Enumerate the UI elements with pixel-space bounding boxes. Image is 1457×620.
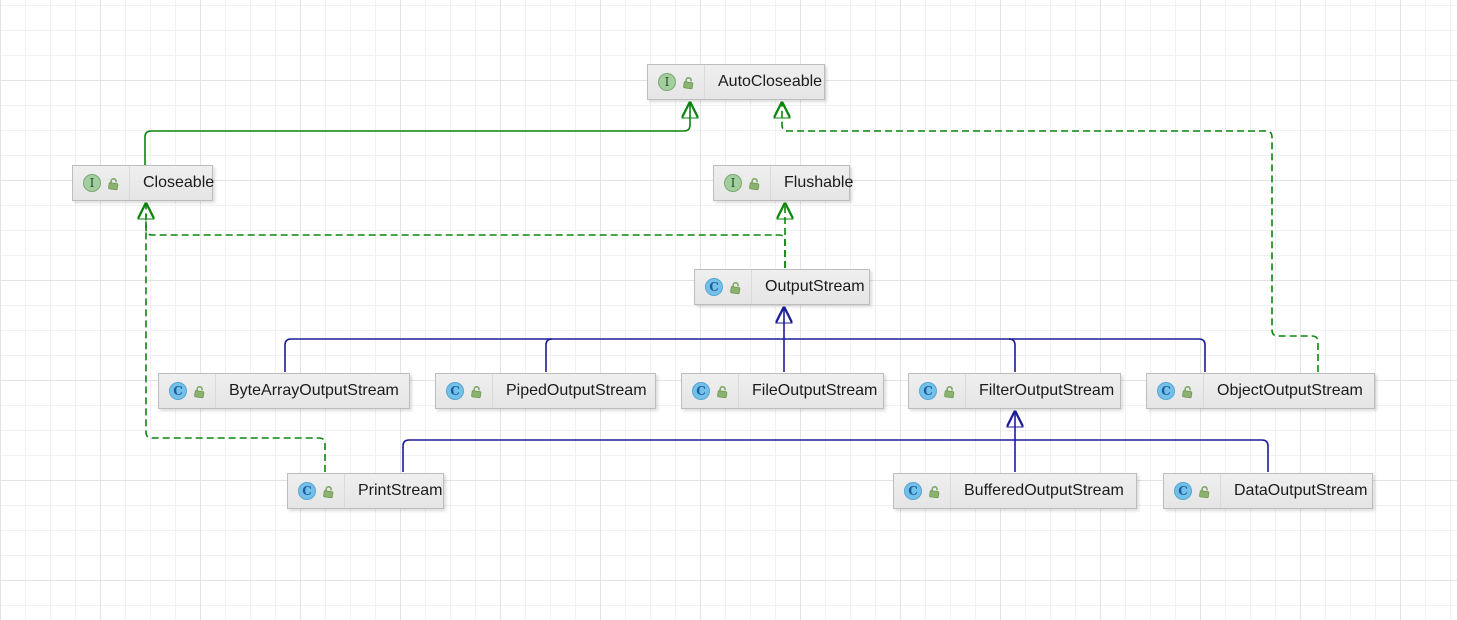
node-label: AutoCloseable xyxy=(705,73,836,91)
class-node-pipedoutputstream[interactable]: C PipedOutputStream xyxy=(435,373,656,409)
node-icon-area: C xyxy=(1147,374,1204,408)
class-node-dataoutputstream[interactable]: C DataOutputStream xyxy=(1163,473,1373,509)
edge-outputstream-implements-closeable xyxy=(146,204,785,268)
node-icon-area: C xyxy=(894,474,951,508)
class-node-bytearrayoutputstream[interactable]: C ByteArrayOutputStream xyxy=(158,373,410,409)
lock-icon xyxy=(715,384,730,399)
node-label: Flushable xyxy=(771,174,867,192)
class-icon: C xyxy=(705,278,723,296)
edge-pipedoutputstream-extends-outputstream xyxy=(546,339,552,372)
lock-icon xyxy=(728,280,743,295)
node-icon-area: C xyxy=(682,374,739,408)
node-label: FileOutputStream xyxy=(739,382,891,400)
lock-icon xyxy=(927,484,942,499)
edge-printstream-implements-closeable xyxy=(146,214,325,472)
interface-node-flushable[interactable]: I Flushable xyxy=(713,165,850,201)
edge-closeable-extends-autocloseable xyxy=(145,103,690,165)
interface-icon: I xyxy=(724,174,742,192)
edge-filteroutputstream-extends-outputstream xyxy=(1009,339,1015,372)
lock-icon xyxy=(192,384,207,399)
node-label: FilterOutputStream xyxy=(966,382,1128,400)
node-label: ObjectOutputStream xyxy=(1204,382,1377,400)
diagram-canvas: I AutoCloseable I Closeable I xyxy=(0,0,1457,620)
lock-icon xyxy=(1180,384,1195,399)
node-icon-area: I xyxy=(73,166,130,200)
node-icon-area: C xyxy=(288,474,345,508)
lock-icon xyxy=(681,75,696,90)
lock-icon xyxy=(469,384,484,399)
class-icon: C xyxy=(298,482,316,500)
node-label: DataOutputStream xyxy=(1221,482,1381,500)
node-label: OutputStream xyxy=(752,278,879,296)
interface-icon: I xyxy=(83,174,101,192)
interface-icon: I xyxy=(658,73,676,91)
node-label: PipedOutputStream xyxy=(493,382,661,400)
class-icon: C xyxy=(169,382,187,400)
class-icon: C xyxy=(1157,382,1175,400)
node-label: Closeable xyxy=(130,174,228,192)
lock-icon xyxy=(942,384,957,399)
node-icon-area: C xyxy=(909,374,966,408)
class-icon: C xyxy=(904,482,922,500)
node-icon-area: I xyxy=(648,65,705,99)
lock-icon xyxy=(106,176,121,191)
class-node-printstream[interactable]: C PrintStream xyxy=(287,473,444,509)
class-node-fileoutputstream[interactable]: C FileOutputStream xyxy=(681,373,884,409)
class-icon: C xyxy=(1174,482,1192,500)
class-node-filteroutputstream[interactable]: C FilterOutputStream xyxy=(908,373,1121,409)
interface-node-closeable[interactable]: I Closeable xyxy=(72,165,213,201)
class-icon: C xyxy=(446,382,464,400)
node-icon-area: C xyxy=(436,374,493,408)
class-icon: C xyxy=(919,382,937,400)
node-icon-area: C xyxy=(159,374,216,408)
edge-bytearray-object-bus-outputstream xyxy=(285,339,1205,372)
node-icon-area: C xyxy=(695,270,752,304)
lock-icon xyxy=(747,176,762,191)
class-node-bufferedoutputstream[interactable]: C BufferedOutputStream xyxy=(893,473,1137,509)
lock-icon xyxy=(1197,484,1212,499)
class-node-objectoutputstream[interactable]: C ObjectOutputStream xyxy=(1146,373,1375,409)
edge-objectoutputstream-implements-autocloseable xyxy=(782,103,1318,372)
lock-icon xyxy=(321,484,336,499)
class-icon: C xyxy=(692,382,710,400)
node-label: PrintStream xyxy=(345,482,456,500)
node-icon-area: I xyxy=(714,166,771,200)
interface-node-autocloseable[interactable]: I AutoCloseable xyxy=(647,64,825,100)
class-node-outputstream[interactable]: C OutputStream xyxy=(694,269,870,305)
node-label: ByteArrayOutputStream xyxy=(216,382,413,400)
edge-printstream-data-bus-filteroutputstream xyxy=(403,440,1268,472)
node-icon-area: C xyxy=(1164,474,1221,508)
node-label: BufferedOutputStream xyxy=(951,482,1138,500)
